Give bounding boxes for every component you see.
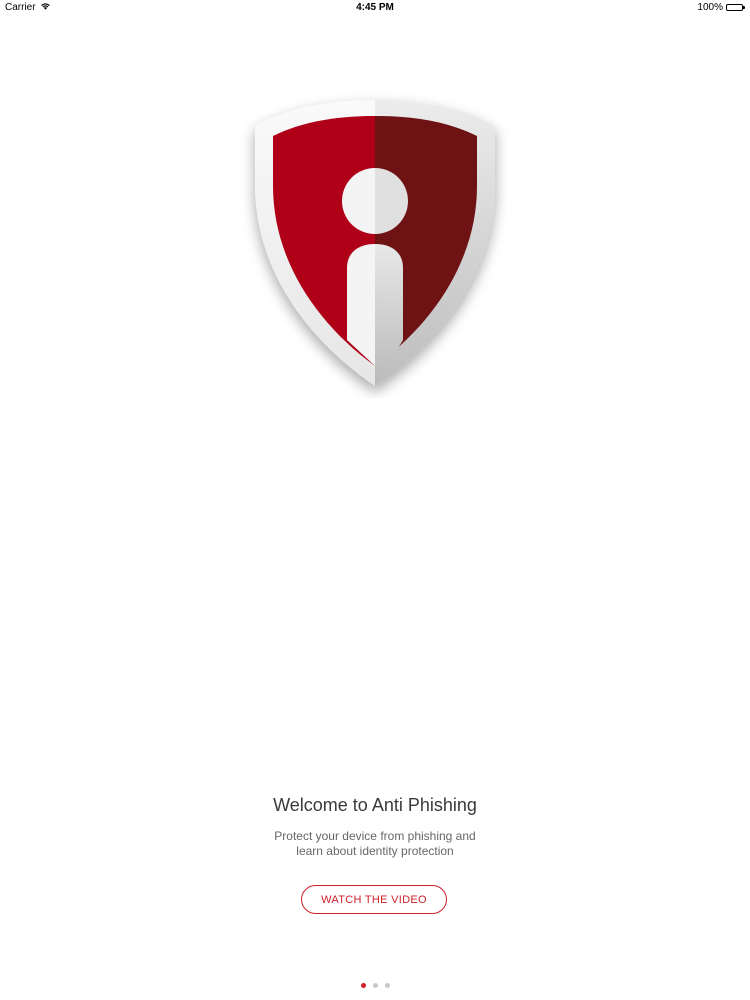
status-right: 100% [697, 2, 745, 13]
watch-video-button[interactable]: WATCH THE VIDEO [301, 885, 447, 914]
page-indicator[interactable] [0, 983, 750, 988]
page-dot-2[interactable] [372, 983, 378, 988]
subtitle-line-1: Protect your device from phishing and [274, 829, 476, 843]
page-dot-3[interactable] [384, 983, 390, 988]
welcome-title: Welcome to Anti Phishing [273, 795, 477, 815]
status-time: 4:45 PM [356, 2, 394, 13]
onboarding-screen: Carrier 4:45 PM 100% Welcome to Anti Phi… [0, 0, 750, 1000]
subtitle-line-2: learn about identity protection [296, 844, 454, 858]
battery-icon [726, 4, 745, 11]
page-dot-1[interactable] [360, 983, 366, 988]
status-bar: Carrier 4:45 PM 100% [0, 0, 750, 16]
shield-info-logo [235, 88, 515, 398]
welcome-subtitle: Protect your device from phishing and le… [0, 829, 750, 859]
battery-percent: 100% [697, 2, 723, 13]
